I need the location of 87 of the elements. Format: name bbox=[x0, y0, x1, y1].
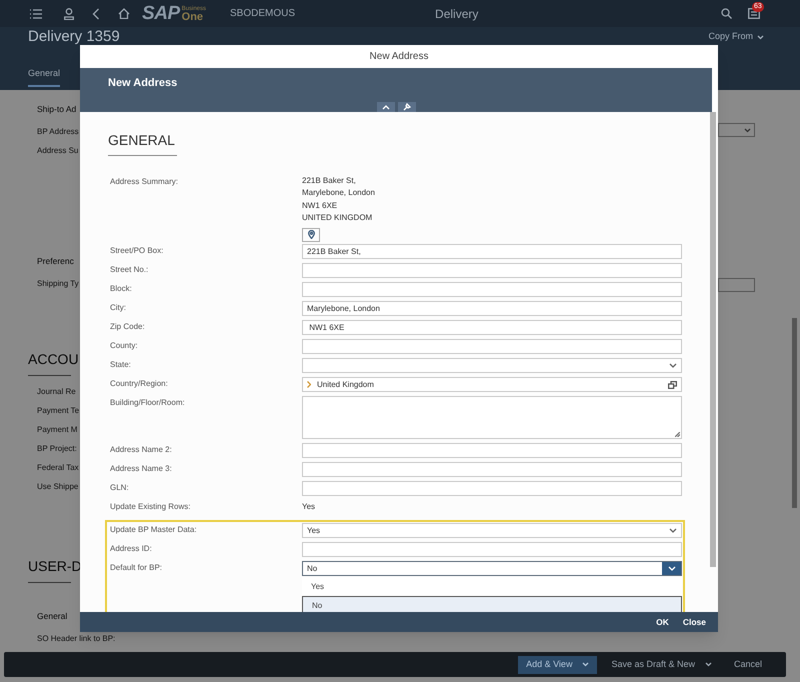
field-label: County: bbox=[109, 340, 139, 352]
field-label: Address Name 3: bbox=[109, 463, 173, 476]
pin-button[interactable] bbox=[398, 102, 416, 112]
chevron-down-icon bbox=[668, 566, 676, 572]
footer-button[interactable]: Save as Draft & New bbox=[603, 656, 720, 674]
tab[interactable]: General bbox=[28, 67, 60, 86]
section-heading: GENERAL bbox=[108, 130, 177, 156]
input-field[interactable]: 221B Baker St, bbox=[302, 244, 682, 260]
scrollbar[interactable] bbox=[710, 112, 716, 567]
chevron-down-icon bbox=[744, 128, 751, 132]
collapse-button[interactable] bbox=[377, 102, 395, 112]
value-help-icon bbox=[668, 380, 677, 389]
chevron-up-icon bbox=[382, 104, 390, 110]
field-label: Journal Re bbox=[37, 386, 76, 398]
page-title: Delivery 1359 bbox=[28, 29, 120, 45]
footer-button[interactable]: Add & View bbox=[518, 656, 598, 674]
back-icon[interactable] bbox=[92, 8, 100, 20]
dialog-button[interactable]: OK bbox=[656, 616, 669, 628]
subsection-title: Preferenc bbox=[37, 255, 74, 268]
field-label: Address ID: bbox=[109, 543, 153, 556]
field-label: Federal Tax bbox=[37, 462, 79, 474]
field-label: Update BP Master Data: bbox=[109, 524, 198, 536]
section-heading: ACCOU bbox=[28, 350, 79, 369]
footer-button[interactable]: Cancel bbox=[726, 656, 770, 674]
field-label: Address Su bbox=[37, 145, 78, 157]
summary-line: UNITED KINGDOM bbox=[302, 212, 374, 224]
caret-icon bbox=[704, 662, 712, 667]
field-label: Default for BP: bbox=[109, 562, 164, 574]
search-icon[interactable] bbox=[721, 8, 732, 19]
subsection-title: General bbox=[37, 610, 68, 623]
field-label: BP Project: bbox=[37, 443, 77, 455]
copy-from-button[interactable]: Copy From bbox=[708, 30, 764, 44]
header-title: New Address bbox=[108, 76, 178, 91]
dropdown-field[interactable]: No bbox=[302, 561, 682, 576]
value-help-field[interactable]: United Kingdom bbox=[302, 377, 682, 392]
field-label: Payment Te bbox=[37, 405, 80, 417]
app-title: Delivery bbox=[435, 6, 480, 22]
home-icon[interactable] bbox=[118, 8, 130, 19]
map-button[interactable] bbox=[302, 228, 320, 242]
resize-grip-icon bbox=[675, 432, 680, 438]
menu-icon[interactable] bbox=[30, 8, 42, 18]
caret-icon bbox=[582, 662, 590, 667]
subsection-title: Ship-to Ad bbox=[37, 103, 76, 116]
field-label: Shipping Ty bbox=[37, 278, 79, 290]
user-icon[interactable] bbox=[64, 8, 74, 20]
field-label: Use Shippe bbox=[37, 481, 78, 493]
field-label: Street/PO Box: bbox=[109, 245, 164, 258]
dialog-title: New Address bbox=[368, 50, 430, 64]
field-label: GLN: bbox=[109, 482, 130, 494]
field-label: Building/Floor/Room: bbox=[109, 397, 186, 410]
caret-icon bbox=[757, 34, 764, 40]
location-pin-icon bbox=[308, 230, 314, 240]
logo-text: SAP bbox=[142, 4, 180, 23]
field-label: SO Header link to BP: bbox=[37, 633, 116, 645]
text-area[interactable] bbox=[302, 396, 682, 440]
field-label: City: bbox=[109, 302, 127, 314]
input-field[interactable] bbox=[718, 278, 755, 292]
field-label: Zip Code: bbox=[109, 321, 146, 334]
pin-icon bbox=[403, 103, 411, 111]
notification-icon[interactable] bbox=[748, 8, 760, 19]
chevron-down-icon bbox=[669, 528, 677, 534]
summary-line: NW1 6XE bbox=[302, 200, 338, 212]
field-label: BP Address bbox=[37, 126, 79, 138]
field-label: Address Name 2: bbox=[109, 444, 173, 456]
chevron-right-icon bbox=[307, 381, 311, 388]
summary-line: Marylebone, London bbox=[302, 187, 375, 200]
field-value: Yes bbox=[302, 501, 316, 514]
field-label: State: bbox=[109, 359, 132, 372]
field-label: Address Summary: bbox=[109, 176, 180, 188]
select-field[interactable]: Yes bbox=[302, 523, 682, 538]
summary-line: 221B Baker St, bbox=[302, 175, 357, 187]
input-field[interactable]: Marylebone, London bbox=[302, 301, 682, 316]
field-label: Update Existing Rows: bbox=[109, 501, 192, 514]
chevron-down-icon bbox=[669, 363, 677, 368]
dialog-button[interactable]: Close bbox=[682, 616, 706, 628]
field-label: Country/Region: bbox=[109, 378, 169, 390]
logo-text: One bbox=[182, 12, 204, 23]
select-field[interactable] bbox=[718, 123, 755, 137]
input-field[interactable]: NW1 6XE bbox=[302, 320, 682, 336]
field-label: Block: bbox=[109, 283, 133, 296]
field-label: Street No.: bbox=[109, 264, 150, 276]
field-label: Payment M bbox=[37, 424, 78, 436]
dropdown-option[interactable]: No bbox=[302, 596, 682, 612]
company-name: SBODEMOUS bbox=[230, 7, 296, 21]
section-heading: USER-D bbox=[28, 557, 82, 576]
scrollbar[interactable] bbox=[792, 318, 797, 508]
dropdown-button[interactable] bbox=[662, 562, 681, 576]
